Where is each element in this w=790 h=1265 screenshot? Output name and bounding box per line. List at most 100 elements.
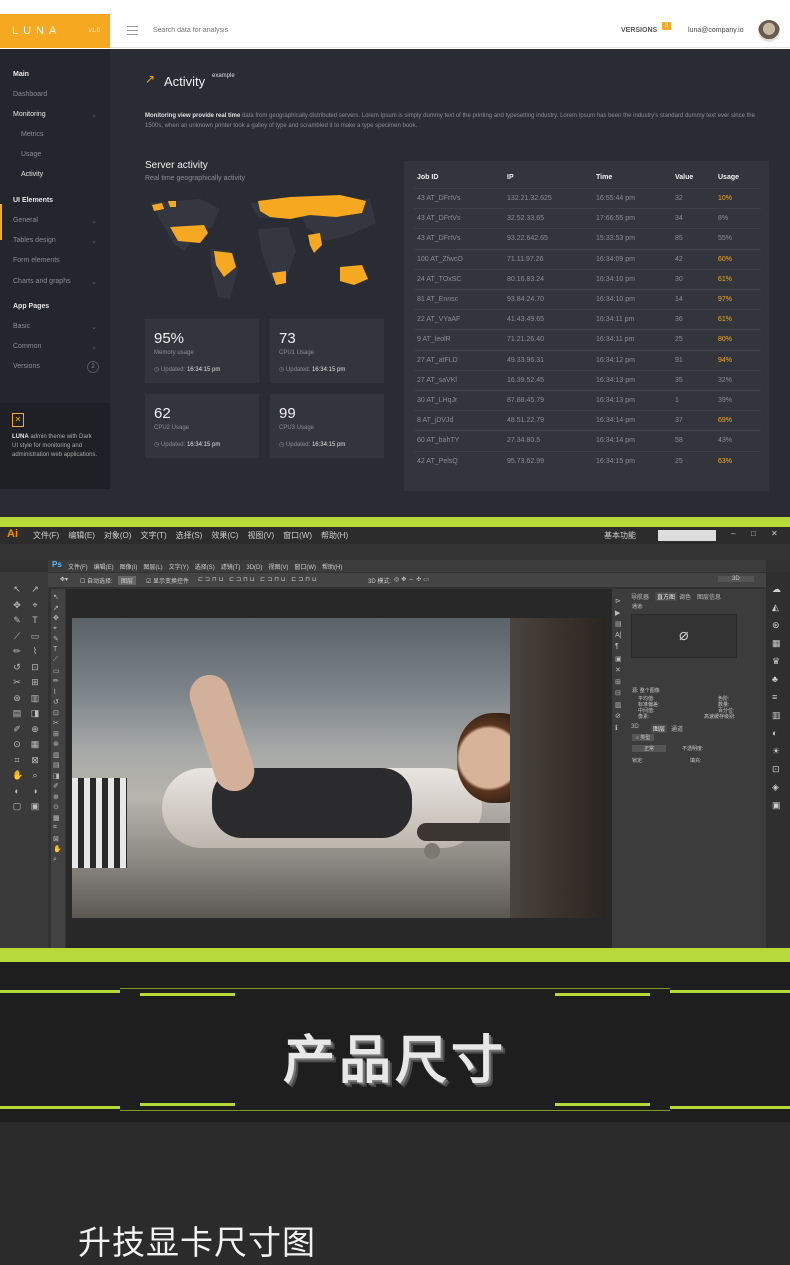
tool-icon[interactable]: ⌗ <box>53 824 57 832</box>
3d-mode-icons[interactable]: ◎✥⇔✣▭ <box>394 576 431 583</box>
dock-panel-icon[interactable]: ☀ <box>772 746 780 757</box>
illustrator-menu-item[interactable]: 文件(F) <box>33 531 59 540</box>
tool-icon[interactable]: ▤ <box>12 708 22 719</box>
panel-toggle-icon[interactable]: ▣ <box>615 655 622 663</box>
table-header[interactable]: Job ID <box>417 174 438 181</box>
tool-icon[interactable]: ⊕ <box>30 724 40 735</box>
tool-icon[interactable]: ▭ <box>30 631 40 642</box>
table-row[interactable]: 9 AT_leolR 71.21.26.40 16:34:11 pm 25 80% <box>414 329 761 349</box>
tool-icon[interactable]: ⊠ <box>53 835 59 843</box>
tool-icon[interactable]: T <box>53 646 57 653</box>
tool-icon[interactable]: ⌕ <box>53 856 57 864</box>
tool-icon[interactable]: ↗ <box>30 584 40 595</box>
panel-toggle-icon[interactable]: ▶ <box>615 609 620 617</box>
tool-icon[interactable]: ⌖ <box>53 625 57 633</box>
tool-icon[interactable]: ⌗ <box>12 755 22 766</box>
sidebar-item-form-elements[interactable]: Form elements <box>13 257 103 264</box>
tool-icon[interactable]: ⌇ <box>53 688 56 696</box>
move-tool-icon[interactable]: ✥▾ <box>60 576 68 583</box>
table-row[interactable]: 100 AT_ZfwcO 71.11.97.26 16:34:09 pm 42 60% <box>414 248 761 269</box>
illustrator-search-input[interactable] <box>658 530 716 541</box>
align-icons[interactable]: ⊏⊐⊓⊔ ⊏⊐⊓⊔ ⊏⊐⊓⊔ ⊏⊐⊓⊔ <box>198 576 319 583</box>
tool-icon[interactable]: ▥ <box>53 751 60 759</box>
panel-toggle-icon[interactable]: ▤ <box>615 620 622 628</box>
dock-panel-icon[interactable]: ▥ <box>772 710 781 721</box>
panel-toggle-icon[interactable]: ▥ <box>615 701 622 709</box>
panel-toggle-icon[interactable]: ⊳ <box>615 597 621 605</box>
tool-icon[interactable]: ✐ <box>53 782 59 790</box>
layer-kind-filter[interactable]: ⌕ 类型 <box>632 734 655 741</box>
tool-icon[interactable]: ✎ <box>53 635 59 643</box>
tool-icon[interactable]: ✐ <box>12 724 22 735</box>
tool-icon[interactable]: ▢ <box>12 801 22 812</box>
tool-icon[interactable]: ⊡ <box>53 709 59 717</box>
panel-toggle-icon[interactable]: ℹ <box>615 724 618 732</box>
tool-icon[interactable]: ⊙ <box>12 739 22 750</box>
layers-tab[interactable]: 图层 <box>651 724 668 733</box>
brand-logo[interactable]: LUNA v1.0 <box>0 14 110 48</box>
sidebar-item-tables-design[interactable]: Tables design ⌄ <box>13 237 103 245</box>
panel-tab[interactable]: 直方图 <box>655 592 678 601</box>
panel-tab[interactable]: 调色 <box>679 592 691 601</box>
photoshop-menu-item[interactable]: 滤镜(T) <box>221 565 241 571</box>
illustrator-menu-item[interactable]: 文字(T) <box>140 531 166 540</box>
auto-select-target[interactable]: 图层 <box>118 576 137 585</box>
tool-icon[interactable]: ▥ <box>30 693 40 704</box>
panel-tab[interactable]: 导航器 <box>631 592 649 601</box>
illustrator-menu-item[interactable]: 帮助(H) <box>321 531 348 540</box>
tool-icon[interactable]: ✋ <box>53 845 62 853</box>
photoshop-menu-item[interactable]: 图层(L) <box>143 565 162 571</box>
tool-icon[interactable]: ◨ <box>30 708 40 719</box>
table-row[interactable]: 27 AT_saVKl 16.39.52.45 16:34:13 pm 35 32% <box>414 369 761 390</box>
layers-tab[interactable]: 通道 <box>671 724 683 733</box>
tool-icon[interactable]: ◐ <box>12 786 22 796</box>
tool-icon[interactable]: ↗ <box>53 604 59 612</box>
table-row[interactable]: 60 AT_bahTY 27.34.80.5 16:34:14 pm 58 43% <box>414 430 761 450</box>
tool-icon[interactable]: ⌇ <box>30 646 40 657</box>
table-row[interactable]: 43 AT_DFrtVs 32.52.33.65 17:66:55 pm 34 8% <box>414 208 761 228</box>
tool-icon[interactable]: ↺ <box>53 698 59 706</box>
illustrator-menu-item[interactable]: 对象(O) <box>104 531 132 540</box>
tool-icon[interactable]: ◑ <box>30 786 40 796</box>
photoshop-menu-item[interactable]: 图像(I) <box>120 565 138 571</box>
tool-icon[interactable]: ↖ <box>53 593 59 601</box>
sidebar-item-basic[interactable]: Basic ⌄ <box>13 323 103 331</box>
table-row[interactable]: 30 AT_LHqJr 87.88.45.79 16:34:13 pm 1 39% <box>414 390 761 410</box>
photoshop-menu-item[interactable]: 文字(Y) <box>169 565 189 571</box>
sidebar-item-activity[interactable]: Activity <box>21 171 111 178</box>
table-row[interactable]: 42 AT_PelsQ 95.73.62.99 16:34:15 pm 25 63% <box>414 450 761 471</box>
tool-icon[interactable]: ⊛ <box>53 740 59 748</box>
tool-icon[interactable]: ↺ <box>12 662 22 673</box>
illustrator-menu-item[interactable]: 视图(V) <box>247 531 274 540</box>
tool-icon[interactable]: ✂ <box>12 677 22 688</box>
photoshop-menu-item[interactable]: 3D(D) <box>246 565 262 571</box>
minimize-icon[interactable]: – <box>731 529 735 538</box>
dock-panel-icon[interactable]: ♣ <box>772 674 778 684</box>
tool-icon[interactable]: ⟋ <box>12 631 22 642</box>
panel-tab[interactable]: 图层信息 <box>697 592 721 601</box>
table-row[interactable]: 43 AT_DFrtVs 93.22.642.65 15:33:53 pm 85 55% <box>414 228 761 248</box>
illustrator-menu-item[interactable]: 编辑(E) <box>68 531 95 540</box>
tool-icon[interactable]: ✋ <box>12 770 23 781</box>
panel-toggle-icon[interactable]: ¶ <box>615 643 619 650</box>
sidebar-item-versions[interactable]: Versions 2 <box>13 361 103 373</box>
tool-icon[interactable]: ✥ <box>12 600 22 611</box>
tool-icon[interactable]: ▣ <box>30 801 40 812</box>
tool-icon[interactable]: ✎ <box>12 615 22 626</box>
photoshop-menu-item[interactable]: 编辑(E) <box>94 565 114 571</box>
dock-panel-icon[interactable]: ▦ <box>772 638 781 649</box>
table-row[interactable]: 8 AT_jDVJd 48.51.22.79 16:34:14 pm 37 69% <box>414 410 761 430</box>
table-row[interactable]: 22 AT_VYaAF 41.43.49.65 16:34:11 pm 36 61% <box>414 309 761 329</box>
photoshop-menu-item[interactable]: 帮助(H) <box>322 565 342 571</box>
table-header[interactable]: Usage <box>718 174 739 181</box>
illustrator-menu-item[interactable]: 选择(S) <box>176 531 203 540</box>
table-row[interactable]: 27 AT_atFLD 49.33.96.31 16:34:12 pm 91 94% <box>414 349 761 370</box>
panel-toggle-icon[interactable]: ⊟ <box>615 689 621 697</box>
search-input[interactable] <box>153 14 353 48</box>
dock-panel-icon[interactable]: ◭ <box>772 602 779 613</box>
panel-toggle-icon[interactable]: ✕ <box>615 666 621 674</box>
workspace-switcher[interactable]: 基本功能 <box>604 530 636 541</box>
sidebar-item-general[interactable]: General ⌄ <box>13 217 103 225</box>
table-row[interactable]: 81 AT_Ennsc 93.84.24.70 16:34:10 pm 14 97% <box>414 289 761 309</box>
sidebar-item-usage[interactable]: Usage <box>21 151 111 158</box>
